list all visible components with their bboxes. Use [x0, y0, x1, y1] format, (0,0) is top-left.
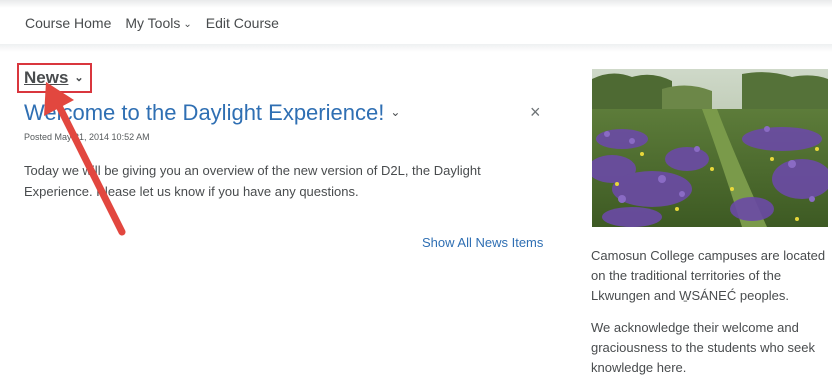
nav-course-home[interactable]: Course Home — [25, 15, 111, 31]
nav-divider — [0, 44, 832, 52]
nav-my-tools[interactable]: My Tools ⌄ — [125, 15, 191, 31]
top-shadow — [0, 0, 832, 8]
news-item-body: Today we will be giving you an overview … — [24, 163, 481, 199]
show-all-news-link[interactable]: Show All News Items — [422, 235, 543, 250]
nav-edit-course[interactable]: Edit Course — [206, 15, 279, 31]
news-widget-title-label: News — [24, 68, 69, 87]
wildflower-meadow-image — [592, 69, 828, 227]
chevron-down-icon[interactable]: ⌄ — [74, 71, 83, 84]
news-item-title-text[interactable]: Welcome to the Daylight Experience! — [24, 100, 384, 125]
course-navbar: Course Home My Tools ⌄ Edit Course — [25, 14, 293, 32]
land-acknowledgement: Camosun College campuses are located on … — [591, 246, 831, 389]
acknowledgement-paragraph-1: Camosun College campuses are located on … — [591, 248, 826, 303]
news-widget-title[interactable]: News ⌄ — [24, 68, 84, 88]
close-icon[interactable]: × — [530, 102, 541, 123]
nav-my-tools-label: My Tools — [125, 15, 181, 31]
chevron-down-icon[interactable]: ⌄ — [390, 105, 400, 119]
posted-date: Posted May 21, 2014 10:52 AM — [24, 132, 150, 142]
news-item-title[interactable]: Welcome to the Daylight Experience! ⌄ — [24, 100, 400, 126]
banner-image — [592, 69, 828, 227]
chevron-down-icon: ⌄ — [183, 19, 192, 30]
acknowledgement-paragraph-2: We acknowledge their welcome and graciou… — [591, 320, 816, 375]
